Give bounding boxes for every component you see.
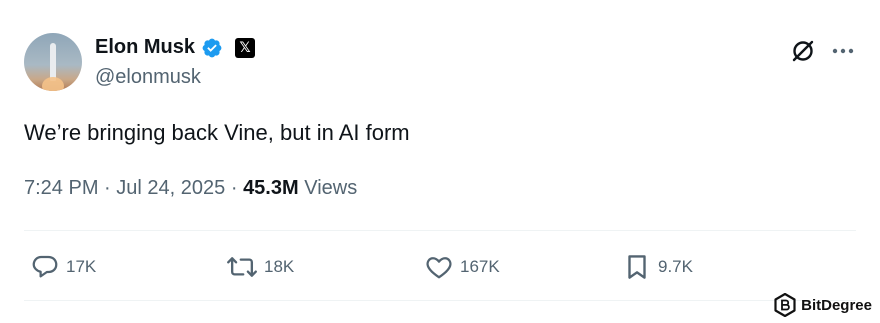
repost-button[interactable]: 18K [226, 252, 294, 282]
grok-icon[interactable] [790, 38, 816, 64]
rocket-image [50, 43, 56, 81]
rocket-plume [42, 77, 64, 91]
verified-badge-icon [202, 38, 222, 57]
tweet-text: We’re bringing back Vine, but in AI form [24, 120, 410, 145]
author-name[interactable]: Elon Musk [95, 36, 195, 59]
tweet-date[interactable]: Jul 24, 2025 [116, 177, 225, 200]
tweet-time[interactable]: 7:24 PM [24, 177, 98, 200]
more-icon[interactable] [832, 47, 854, 55]
bookmark-icon [628, 255, 646, 279]
meta-separator: · [230, 177, 238, 199]
affiliate-x-badge-icon: 𝕏 [235, 37, 256, 58]
repost-count: 18K [264, 257, 295, 276]
author-name-row: Elon Musk 𝕏 [95, 36, 256, 59]
bookmark-button[interactable]: 9.7K [622, 252, 693, 282]
bitdegree-logo-icon [774, 293, 796, 317]
avatar[interactable] [24, 33, 82, 91]
reply-icon [32, 255, 58, 278]
bitdegree-text: BitDegree [801, 296, 872, 314]
divider [24, 230, 856, 231]
heart-icon [426, 257, 452, 279]
reply-count: 17K [66, 257, 97, 276]
tweet-metadata: 7:24 PM · Jul 24, 2025 · 45.3M Views [24, 177, 357, 200]
meta-separator: · [104, 177, 111, 199]
bitdegree-watermark: BitDegree [774, 293, 872, 317]
bookmark-count: 9.7K [658, 257, 693, 276]
views-count: 45.3M [243, 177, 299, 199]
like-count: 167K [460, 257, 500, 276]
reply-button[interactable]: 17K [30, 252, 96, 282]
author-handle[interactable]: @elonmusk [95, 66, 201, 89]
like-button[interactable]: 167K [424, 252, 500, 282]
repost-icon [227, 257, 257, 277]
views-label: Views [304, 177, 358, 199]
divider [24, 300, 856, 301]
tweet-top-right-controls [790, 38, 854, 64]
tweet-actions-bar: 17K 18K 167K 9.7K [30, 252, 710, 284]
